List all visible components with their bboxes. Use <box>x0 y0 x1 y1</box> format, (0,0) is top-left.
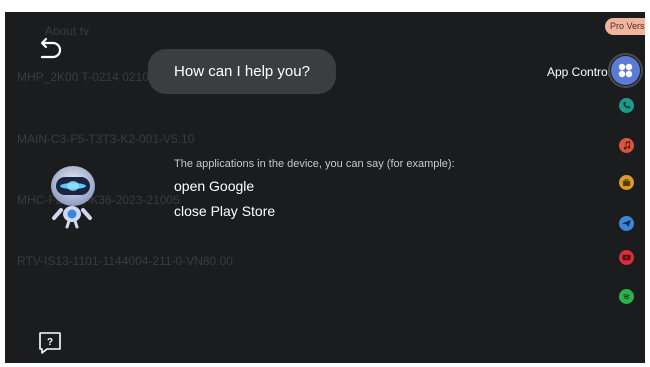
prompt-bubble: How can I help you? <box>148 49 336 94</box>
prompt-text: How can I help you? <box>174 63 310 80</box>
pro-version-badge[interactable]: Pro Version <box>605 18 645 35</box>
spotify-icon <box>623 294 630 300</box>
example-hint: The applications in the device, you can … <box>174 158 455 170</box>
assistant-avatar <box>43 160 103 230</box>
phone-app-button[interactable] <box>619 98 634 113</box>
spotify-app-button[interactable] <box>619 289 634 304</box>
briefcase-icon <box>622 178 631 187</box>
youtube-icon <box>622 254 631 261</box>
apps-grid-icon <box>618 63 633 78</box>
phone-icon <box>623 101 631 109</box>
svg-text:?: ? <box>47 337 53 348</box>
pro-version-label: Pro Version <box>610 21 645 31</box>
app-control-button[interactable] <box>608 53 643 88</box>
bg-line: MAIN-C3-F5-T3T3-K2-001-V5.10 <box>17 132 195 146</box>
example-command: open Google <box>174 178 255 194</box>
briefcase-app-button[interactable] <box>619 175 634 190</box>
send-icon <box>622 219 631 228</box>
bg-line: RTV-IS13-1101-1144004-211-0-VN80.00 <box>17 254 233 268</box>
example-command: close Play Store <box>174 203 276 219</box>
voice-assistant-screen: About tv MHP_2K00 T-0214 0210-2021-v0.10… <box>5 12 645 363</box>
send-app-button[interactable] <box>619 216 634 231</box>
back-icon <box>40 37 62 59</box>
music-icon <box>623 141 631 150</box>
help-button[interactable]: ? <box>38 331 62 355</box>
back-button[interactable] <box>37 36 65 62</box>
app-control-label: App Control <box>547 65 611 79</box>
youtube-app-button[interactable] <box>619 250 634 265</box>
help-icon: ? <box>39 332 61 354</box>
robot-icon <box>51 166 95 229</box>
music-app-button[interactable] <box>619 138 634 153</box>
